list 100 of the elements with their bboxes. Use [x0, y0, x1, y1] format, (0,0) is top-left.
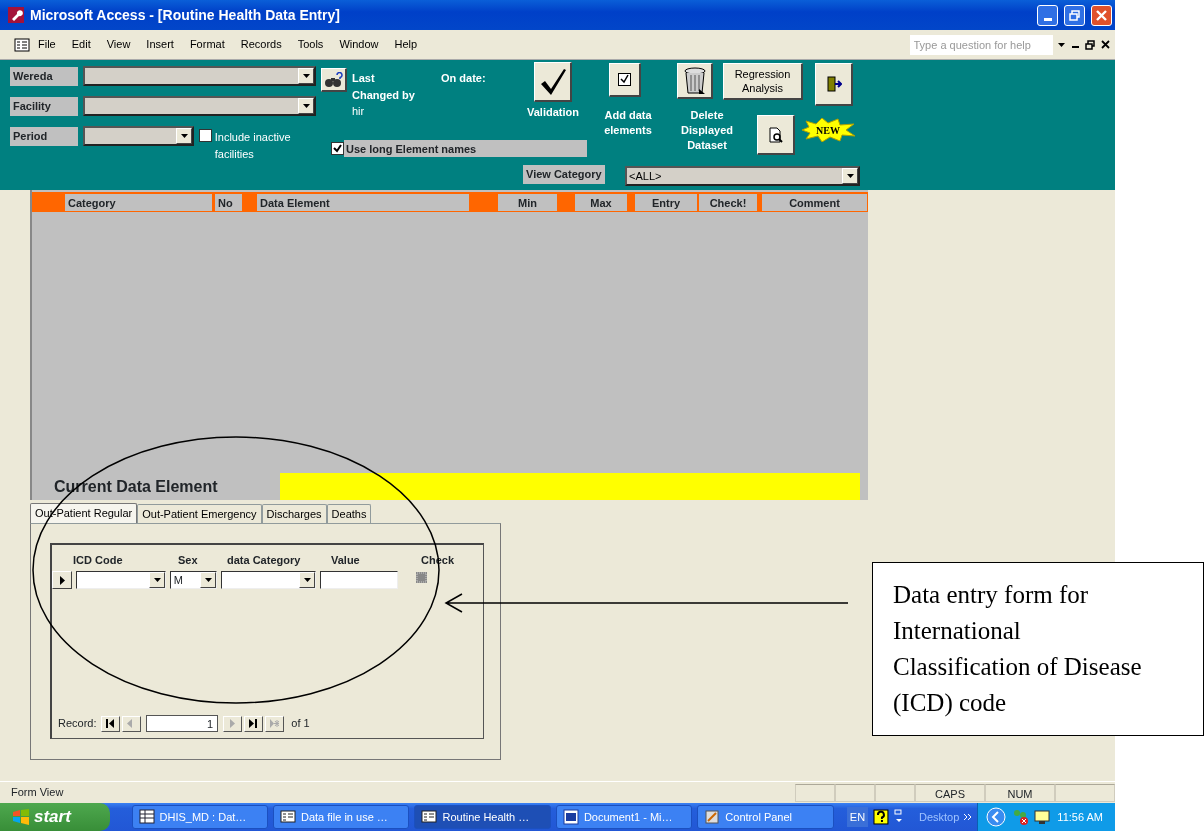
next-record-button[interactable] — [222, 715, 242, 732]
triangle-icon — [59, 575, 65, 585]
restore-icon[interactable] — [1085, 39, 1095, 50]
monitor-icon[interactable] — [1034, 809, 1053, 825]
record-count: of 1 — [291, 716, 310, 732]
dropdown-button[interactable] — [298, 98, 314, 114]
help-search-field[interactable]: Type a question for help — [909, 34, 1053, 55]
view-category-label: View Category — [523, 165, 605, 184]
caret-icon — [846, 174, 854, 178]
column-header[interactable]: Data Element — [257, 193, 469, 211]
caret-icon — [180, 134, 188, 138]
windows-logo-icon — [12, 809, 30, 825]
new-record-button[interactable] — [264, 715, 284, 732]
tab[interactable]: Discharges — [261, 503, 327, 523]
taskbar-button[interactable]: Data file in use … — [273, 805, 410, 829]
exit-button[interactable] — [815, 63, 853, 106]
menu-item[interactable]: Help — [386, 34, 426, 55]
restore-button[interactable] — [1064, 4, 1085, 26]
column-header[interactable]: Comment — [762, 193, 867, 211]
combo-box[interactable] — [76, 571, 166, 589]
menu-item[interactable]: View — [98, 34, 139, 55]
preview-button[interactable] — [757, 115, 795, 155]
dropdown-button[interactable] — [299, 572, 315, 588]
dropdown-button[interactable] — [176, 128, 192, 144]
collapse-icon[interactable] — [986, 807, 1007, 827]
document-icon — [562, 809, 579, 825]
language-indicator[interactable]: EN — [846, 806, 869, 828]
first-record-button[interactable] — [101, 715, 121, 732]
combo-box[interactable] — [83, 96, 316, 116]
dropdown-button[interactable] — [149, 572, 165, 588]
dropdown-button[interactable] — [200, 572, 216, 588]
column-header[interactable]: Check! — [699, 193, 757, 211]
caret-icon — [302, 104, 310, 108]
last-changed-value: hir — [352, 104, 365, 119]
column-header[interactable]: No — [215, 193, 242, 211]
checkbox-icon — [618, 73, 631, 86]
status-pane — [795, 783, 835, 802]
taskbar-button[interactable]: Document1 - Mi… — [555, 805, 693, 829]
minimize-button[interactable] — [1037, 4, 1058, 26]
tab[interactable]: Out-Patient Emergency — [137, 503, 262, 523]
previous-record-button[interactable] — [122, 715, 142, 732]
record-selector[interactable] — [52, 571, 72, 589]
caret-icon — [303, 578, 311, 582]
trash-can-icon — [682, 66, 707, 95]
form-icon — [280, 809, 296, 825]
combo-box[interactable] — [83, 126, 194, 146]
menu-item[interactable]: Tools — [289, 34, 332, 55]
start-button[interactable]: start — [0, 803, 110, 831]
menu-item[interactable]: Edit — [63, 34, 99, 55]
combo-box[interactable]: M — [170, 571, 217, 589]
status-indicator: NUM — [985, 783, 1055, 802]
close-icon[interactable] — [1100, 40, 1110, 49]
close-button[interactable] — [1091, 4, 1112, 26]
new-burst-icon: NEW — [800, 118, 856, 142]
find-button[interactable] — [321, 68, 347, 92]
new-record-icon — [269, 719, 279, 728]
column-header[interactable]: Min — [498, 193, 557, 211]
record-number-field[interactable]: 1 — [146, 715, 219, 732]
add-elements-button[interactable] — [609, 63, 641, 97]
column-header[interactable]: Entry — [635, 193, 697, 211]
value-field[interactable] — [320, 571, 398, 589]
key-icon — [8, 7, 24, 23]
include-inactive-label: Include inactive facilities — [214, 130, 292, 162]
next-icon — [227, 719, 237, 728]
menu-item[interactable]: Records — [232, 34, 290, 55]
validation-button[interactable] — [534, 62, 572, 102]
dropdown-arrow-icon — [1058, 42, 1065, 47]
chevron-icon[interactable] — [964, 813, 973, 821]
taskbar-button[interactable]: Control Panel — [697, 805, 834, 829]
column-header[interactable]: Category — [65, 193, 212, 211]
record-label: Record: — [58, 716, 97, 732]
tab[interactable]: Deaths — [326, 503, 372, 523]
menu-item[interactable]: Insert — [138, 34, 182, 55]
dropdown-button[interactable] — [842, 168, 858, 184]
combo-box[interactable] — [83, 66, 316, 86]
view-category-combo[interactable]: <ALL> — [625, 166, 860, 186]
menu-item[interactable]: File — [30, 34, 64, 55]
combo-box[interactable] — [221, 571, 316, 589]
dropdown-button[interactable] — [298, 68, 314, 84]
column-header[interactable]: Max — [575, 193, 627, 211]
taskbar-button[interactable]: Routine Health … — [414, 805, 551, 829]
network-error-icon[interactable] — [1011, 808, 1030, 826]
regression-button[interactable]: Regression Analysis — [723, 63, 803, 100]
first-icon — [106, 719, 116, 728]
last-record-button[interactable] — [243, 715, 263, 732]
taskbar-button[interactable]: DHIS_MD : Dat… — [131, 805, 268, 829]
delete-dataset-button[interactable] — [677, 63, 713, 99]
table-icon — [138, 809, 155, 825]
status-pane — [1055, 783, 1115, 802]
menu-item[interactable]: Window — [331, 34, 387, 55]
door-arrow-icon — [825, 76, 842, 92]
help-icon[interactable] — [873, 809, 889, 825]
menu-item[interactable]: Format — [181, 34, 233, 55]
long-names-label: Use long Element names — [344, 140, 587, 157]
button-caption: Validation — [526, 105, 580, 120]
column-header: Value — [331, 552, 361, 568]
form-icon — [14, 37, 30, 52]
current-element-field[interactable] — [280, 473, 860, 500]
caret-icon — [153, 578, 161, 582]
long-names-checkbox[interactable] — [331, 142, 344, 155]
